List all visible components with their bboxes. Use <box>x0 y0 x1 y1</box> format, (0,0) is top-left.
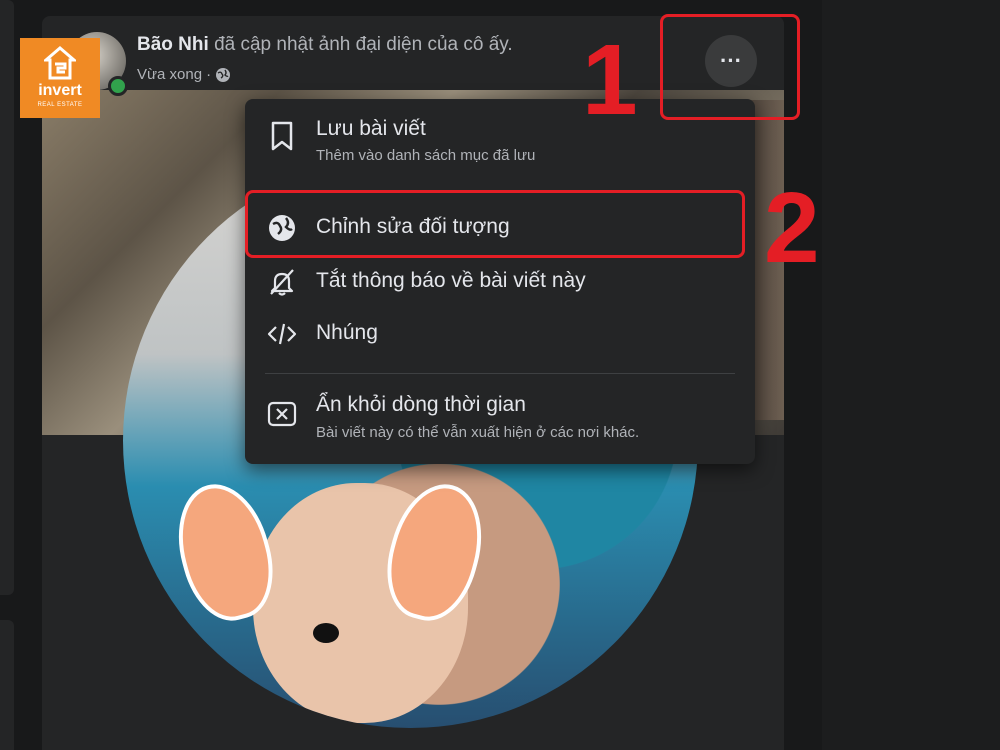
post-meta: Vừa xong · <box>137 66 231 83</box>
menu-item-subtitle: Thêm vào danh sách mục đã lưu <box>316 147 536 164</box>
logo-tagline: REAL ESTATE <box>37 102 83 108</box>
right-column <box>822 0 1000 750</box>
code-icon <box>265 317 299 351</box>
annotation-box-step-1 <box>660 14 800 120</box>
menu-divider <box>265 373 735 374</box>
annotation-step-2: 2 <box>764 172 820 284</box>
author-name[interactable]: Bão Nhi <box>137 34 209 55</box>
meta-separator: · <box>206 66 212 83</box>
menu-item-save-post[interactable]: Lưu bài viết Thêm vào danh sách mục đã l… <box>253 115 747 177</box>
post-header: Bão Nhi đã cập nhật ảnh đại diện của cô … <box>137 34 513 56</box>
annotation-box-step-2 <box>245 190 745 258</box>
post-timestamp[interactable]: Vừa xong <box>137 66 202 83</box>
logo-brand: invert <box>38 82 82 99</box>
left-rail-panel <box>0 0 14 595</box>
menu-item-mute-notifications[interactable]: Tắt thông báo về bài viết này <box>253 265 747 301</box>
menu-item-embed[interactable]: Nhúng <box>253 317 747 353</box>
menu-item-title: Ẩn khỏi dòng thời gian <box>316 393 526 416</box>
close-box-icon <box>265 397 299 431</box>
menu-item-subtitle: Bài viết này có thể vẫn xuất hiện ở các … <box>316 424 640 441</box>
post-action-text: đã cập nhật ảnh đại diện của cô ấy. <box>214 34 513 55</box>
house-icon <box>44 46 76 80</box>
globe-icon[interactable] <box>215 67 231 83</box>
invert-logo: invert REAL ESTATE <box>20 38 100 118</box>
left-rail-panel-lower <box>0 620 14 750</box>
bell-off-icon <box>265 265 299 299</box>
photo-dog-nose <box>313 623 339 643</box>
annotation-step-1: 1 <box>582 24 638 136</box>
post-options-menu: Lưu bài viết Thêm vào danh sách mục đã l… <box>245 99 755 464</box>
menu-item-title: Lưu bài viết <box>316 117 426 140</box>
menu-item-title: Nhúng <box>316 321 378 344</box>
online-status-dot <box>108 76 128 96</box>
menu-item-hide-from-timeline[interactable]: Ẩn khỏi dòng thời gian Bài viết này có t… <box>253 391 747 449</box>
bookmark-icon <box>265 119 299 153</box>
menu-item-title: Tắt thông báo về bài viết này <box>316 269 586 292</box>
